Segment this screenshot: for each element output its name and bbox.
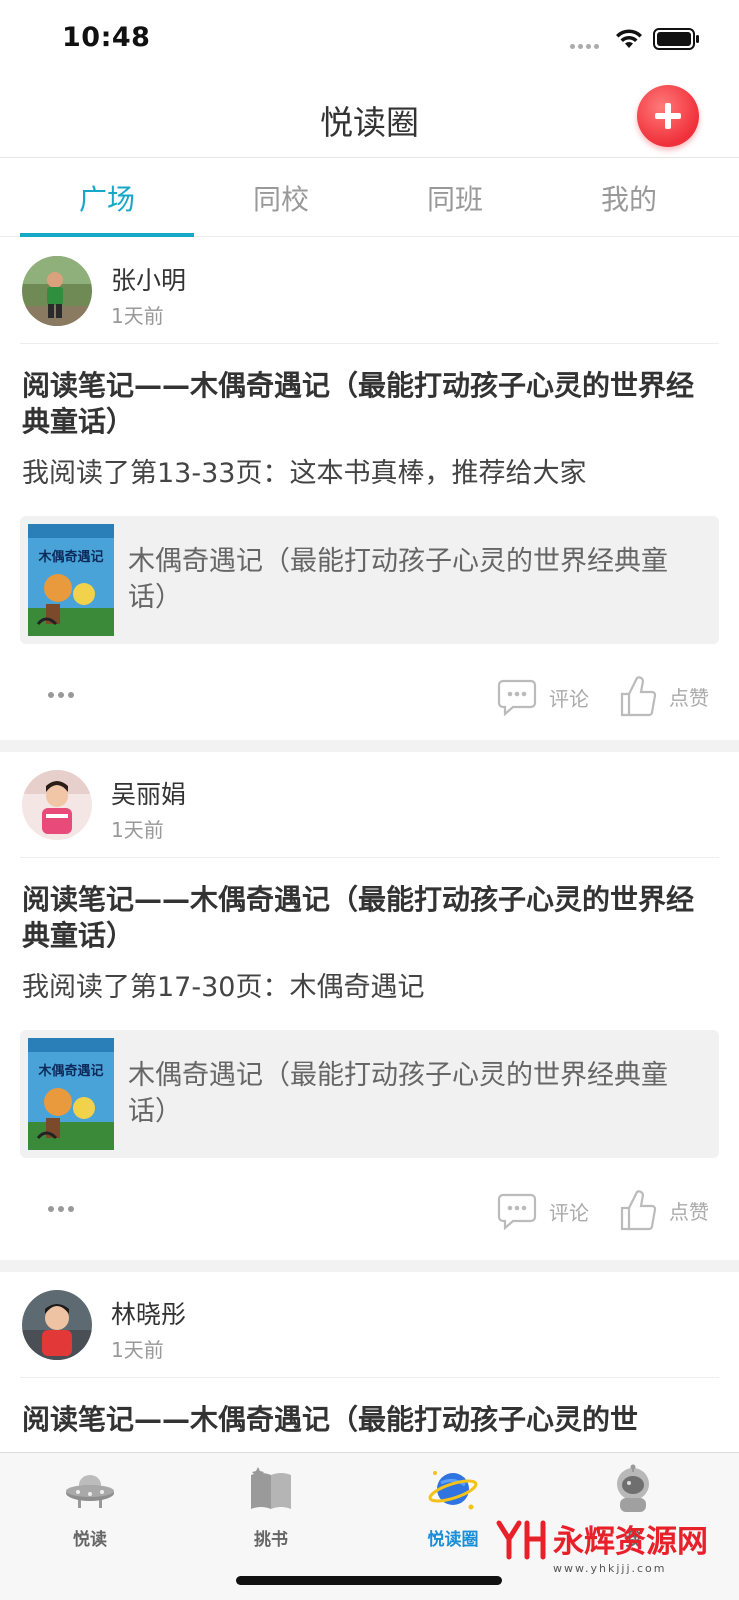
signal-icon bbox=[570, 44, 599, 49]
watermark-url: www.yhkjjj.com bbox=[553, 1562, 667, 1575]
post-time: 1天前 bbox=[111, 1338, 164, 1362]
avatar[interactable] bbox=[22, 1290, 92, 1360]
nav-bar: 悦读圈 bbox=[0, 80, 739, 158]
status-time: 10:48 bbox=[62, 22, 151, 53]
tab-square[interactable]: 广场 bbox=[20, 159, 194, 237]
divider bbox=[0, 1260, 739, 1272]
book-cover-title: 木偶奇遇记 bbox=[38, 1064, 104, 1079]
like-button[interactable]: 点赞 bbox=[619, 674, 709, 718]
post-header: 吴丽娟 1天前 bbox=[20, 752, 719, 858]
tabbar-label: 挑书 bbox=[254, 1530, 288, 1550]
tabbar-item-read[interactable]: 悦读 bbox=[30, 1461, 150, 1550]
divider bbox=[0, 740, 739, 752]
post-body: 我阅读了第13-33页：这本书真棒，推荐给大家 bbox=[22, 458, 587, 489]
comment-icon bbox=[497, 1193, 537, 1230]
post-title[interactable]: 阅读笔记——木偶奇遇记（最能打动孩子心灵的世 bbox=[22, 1402, 717, 1438]
like-button[interactable]: 点赞 bbox=[619, 1188, 709, 1232]
home-indicator bbox=[236, 1576, 502, 1585]
comment-label: 评论 bbox=[549, 686, 589, 711]
post-time: 1天前 bbox=[111, 304, 164, 328]
planet-icon bbox=[428, 1471, 478, 1510]
tabbar-label: 悦读 bbox=[73, 1530, 107, 1550]
user-name[interactable]: 林晓彤 bbox=[111, 1295, 186, 1331]
comment-label: 评论 bbox=[549, 1200, 589, 1225]
post-header: 张小明 1天前 bbox=[20, 238, 719, 344]
wifi-icon bbox=[616, 29, 642, 48]
book-cover: 木偶奇遇记 bbox=[28, 1038, 114, 1150]
like-label: 点赞 bbox=[669, 685, 709, 710]
thumbs-up-icon bbox=[620, 676, 657, 717]
tab-mine[interactable]: 我的 bbox=[542, 159, 716, 237]
tabbar-item-pick-book[interactable]: 挑书 bbox=[211, 1461, 331, 1550]
ufo-icon bbox=[66, 1475, 114, 1508]
watermark-logo-icon bbox=[496, 1520, 546, 1559]
plus-icon bbox=[655, 103, 681, 129]
tab-bar: 广场 同校 同班 我的 bbox=[0, 159, 739, 237]
like-label: 点赞 bbox=[669, 1199, 709, 1224]
book-card[interactable]: 木偶奇遇记 木偶奇遇记（最能打动孩子心灵的世界经典童话） bbox=[20, 1030, 719, 1158]
more-icon[interactable] bbox=[48, 1206, 74, 1212]
book-title: 木偶奇遇记（最能打动孩子心灵的世界经典童话） bbox=[128, 546, 668, 613]
page-title: 悦读圈 bbox=[320, 103, 419, 142]
battery-icon bbox=[653, 28, 699, 50]
user-name[interactable]: 张小明 bbox=[111, 261, 186, 297]
post-actions: 评论 点赞 bbox=[0, 1158, 739, 1274]
book-cover-title: 木偶奇遇记 bbox=[38, 550, 104, 565]
post-card: 林晓彤 1天前 阅读笔记——木偶奇遇记（最能打动孩子心灵的世 bbox=[0, 1272, 739, 1452]
watermark: 永辉资源网 www.yhkjjj.com bbox=[495, 1516, 708, 1575]
book-icon bbox=[251, 1467, 291, 1509]
book-title: 木偶奇遇记（最能打动孩子心灵的世界经典童话） bbox=[128, 1060, 668, 1127]
tab-class[interactable]: 同班 bbox=[368, 159, 542, 237]
post-card: 张小明 1天前 阅读笔记——木偶奇遇记（最能打动孩子心灵的世界经典童话） 我阅读… bbox=[0, 238, 739, 760]
user-name[interactable]: 吴丽娟 bbox=[111, 775, 186, 811]
post-title[interactable]: 阅读笔记——木偶奇遇记（最能打动孩子心灵的世界经典童话） bbox=[22, 368, 717, 440]
tab-school[interactable]: 同校 bbox=[194, 159, 368, 237]
avatar[interactable] bbox=[22, 770, 92, 840]
post-title[interactable]: 阅读笔记——木偶奇遇记（最能打动孩子心灵的世界经典童话） bbox=[22, 882, 717, 954]
comment-button[interactable]: 评论 bbox=[497, 1192, 589, 1230]
comment-button[interactable]: 评论 bbox=[497, 678, 589, 716]
book-card[interactable]: 木偶奇遇记 木偶奇遇记（最能打动孩子心灵的世界经典童话） bbox=[20, 516, 719, 644]
thumbs-up-icon bbox=[620, 1190, 657, 1231]
add-post-button[interactable] bbox=[637, 85, 699, 147]
post-card: 吴丽娟 1天前 阅读笔记——木偶奇遇记（最能打动孩子心灵的世界经典童话） 我阅读… bbox=[0, 752, 739, 1274]
watermark-text: 永辉资源网 bbox=[553, 1524, 708, 1560]
astronaut-icon bbox=[617, 1464, 649, 1512]
avatar[interactable] bbox=[22, 256, 92, 326]
status-bar: 10:48 bbox=[0, 0, 739, 80]
tabbar-label: 悦读圈 bbox=[427, 1530, 479, 1550]
post-time: 1天前 bbox=[111, 818, 164, 842]
book-cover: 木偶奇遇记 bbox=[28, 524, 114, 636]
more-icon[interactable] bbox=[48, 692, 74, 698]
post-body: 我阅读了第17-30页：木偶奇遇记 bbox=[22, 972, 425, 1003]
comment-icon bbox=[497, 679, 537, 716]
post-header: 林晓彤 1天前 bbox=[20, 1272, 719, 1378]
